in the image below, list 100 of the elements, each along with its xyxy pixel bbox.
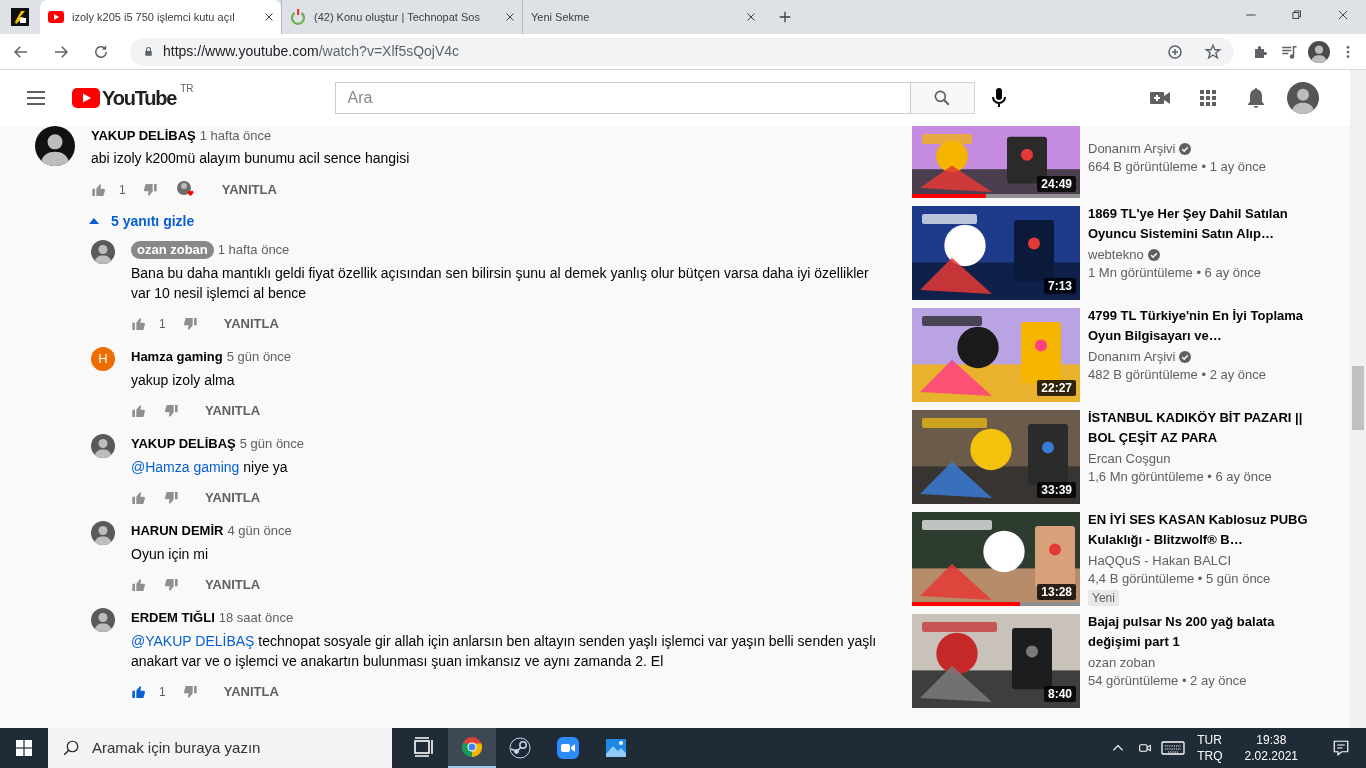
keyboard-icon[interactable] — [1161, 740, 1186, 756]
dislike-icon[interactable] — [163, 490, 179, 506]
caret-icon — [89, 218, 99, 224]
comment-time[interactable]: 5 gün önce — [226, 347, 292, 367]
mention-link[interactable]: @YAKUP DELİBAŞ — [131, 633, 255, 649]
duration-badge: 22:27 — [1037, 380, 1076, 396]
search-field[interactable]: Ara — [334, 82, 911, 114]
like-icon[interactable] — [131, 403, 147, 419]
comment-text: Bana bu daha mantıklı geldi fiyat özellik açısından sen bilirsin şunu al demek yanlış olur bütçen varsa daha iyi özellikler var 10 nesil işlemci al bence — [131, 264, 870, 303]
channel-name[interactable]: HaQQuS - Hakan BALCI — [1088, 551, 1232, 571]
like-icon[interactable] — [131, 684, 147, 700]
language-indicator[interactable]: TUR TRQ — [1197, 732, 1223, 764]
video-meta: 54 görüntüleme • 2 ay önce — [1088, 672, 1248, 690]
comment-author[interactable]: ERDEM TIĞLI — [131, 609, 215, 627]
reply-button[interactable]: YANITLA — [201, 401, 265, 421]
dislike-icon[interactable] — [181, 684, 198, 700]
notifications-icon[interactable] — [1332, 739, 1350, 757]
like-icon[interactable] — [91, 182, 107, 198]
comment-author[interactable]: Hamza gaming — [131, 348, 223, 366]
reply-button[interactable]: YANITLA — [201, 488, 265, 508]
avatar[interactable] — [35, 126, 75, 166]
video-title[interactable]: İSTANBUL KADIKÖY BİT PAZARI || BOL ÇEŞİT AZ PARA — [1088, 408, 1310, 448]
reply-button[interactable]: YANITLA — [219, 682, 283, 702]
photos-icon — [604, 736, 628, 760]
video-camera-icon — [556, 736, 580, 760]
taskbar-search-field[interactable]: Aramak için buraya yazın — [48, 728, 392, 768]
app-icon — [11, 8, 29, 26]
new-badge: Yeni — [1088, 590, 1119, 606]
comment-text: @YAKUP DELİBAŞ technopat sosyale gir allah için anlarsın ben altayın senden yaşlı işlemci var yaşın belli senden yaşlı anakart var ve o işlemci ve anakartın bulunması şuan imkansız ve aynı zamanda 2. El — [131, 632, 878, 671]
toggle-replies-button[interactable]: 5 yanıtı gizle — [89, 206, 912, 236]
chrome-icon — [460, 735, 484, 759]
clock[interactable]: 19:38 2.02.2021 — [1244, 732, 1298, 764]
channel-name[interactable]: Donanım Arşivi — [1088, 139, 1176, 159]
scrollbar[interactable] — [1350, 70, 1366, 728]
like-count: 1 — [119, 182, 126, 199]
profile-avatar[interactable] — [1287, 82, 1319, 114]
reply-button[interactable]: YANITLA — [201, 575, 265, 595]
like-count: 1 — [159, 316, 166, 333]
comment-text: @Hamza gaming niye ya — [131, 458, 289, 477]
tab-title: (42) Konu oluştur | Technopat Sos — [314, 9, 480, 25]
dislike-icon[interactable] — [181, 316, 198, 332]
comment-text: abi izoly k200mü alayım bunumu acil sence hangisi — [91, 149, 411, 168]
add-icon[interactable] — [1166, 42, 1184, 61]
address-bar[interactable]: https://www.youtube.com/watch?v=Xlf5sQojV4c — [130, 37, 1234, 66]
task-view-icon — [412, 736, 436, 760]
comment-author[interactable]: YAKUP DELİBAŞ — [131, 435, 236, 453]
reply-button[interactable]: YANITLA — [219, 314, 283, 334]
avatar[interactable] — [91, 240, 115, 264]
video-title[interactable]: EN İYİ SES KASAN Kablosuz PUBG Kulaklığı - Blitzwolf® B… — [1088, 510, 1310, 550]
comment-time[interactable]: 1 hafta önce — [217, 240, 290, 260]
star-icon[interactable] — [1204, 42, 1222, 61]
mention-link[interactable]: @Hamza gaming — [131, 459, 240, 475]
avatar[interactable] — [91, 434, 115, 458]
comment-time[interactable]: 5 gün önce — [239, 434, 305, 454]
lock-icon — [142, 45, 155, 58]
avatar[interactable] — [91, 521, 115, 545]
video-meta: 4,4 B görüntüleme • 5 gün önce — [1088, 570, 1272, 588]
duration-badge: 13:28 — [1037, 584, 1076, 600]
search-button[interactable] — [910, 82, 975, 114]
video-title[interactable]: 4799 TL Türkiye'nin En İyi Toplama Oyun Bilgisayarı ve… — [1088, 306, 1310, 346]
comment-time[interactable]: 4 gün önce — [227, 521, 292, 541]
duration-badge: 33:39 — [1037, 482, 1076, 498]
comment-text: yakup izoly alma — [131, 371, 236, 390]
play-icon — [48, 11, 64, 23]
video-title[interactable]: Bajaj pulsar Ns 200 yağ balata değişimi part 1 — [1088, 612, 1310, 652]
tab-title: izoly k205 i5 750 işlemci kutu açıl — [72, 9, 235, 25]
dislike-icon[interactable] — [163, 577, 179, 593]
url-text: https://www.youtube.com/watch?v=Xlf5sQojV4c — [163, 42, 461, 61]
like-count: 1 — [159, 684, 166, 701]
like-icon[interactable] — [131, 577, 147, 593]
reply-button[interactable]: YANITLA — [217, 180, 281, 200]
like-icon[interactable] — [131, 316, 147, 332]
dislike-icon[interactable] — [163, 403, 179, 419]
browser-tab[interactable]: izoly k205 i5 750 işlemci kutu açıl — [40, 0, 281, 34]
video-meta: 1 Mn görüntüleme • 6 ay önce — [1088, 264, 1262, 282]
comment-author[interactable]: YAKUP DELİBAŞ — [91, 127, 196, 145]
power-icon — [290, 9, 306, 25]
profile-avatar[interactable] — [1308, 40, 1330, 63]
channel-name[interactable]: Ercan Coşgun — [1088, 449, 1171, 469]
dislike-icon[interactable] — [141, 182, 158, 198]
windows-start-icon[interactable] — [16, 740, 32, 756]
video-meta: 664 B görüntüleme • 1 ay önce — [1088, 158, 1267, 176]
channel-name[interactable]: Donanım Arşivi — [1088, 347, 1176, 367]
close-icon[interactable] — [1336, 8, 1350, 22]
search-icon — [62, 739, 80, 757]
channel-owner-badge[interactable]: ozan zoban — [131, 241, 214, 259]
duration-badge: 24:49 — [1037, 176, 1076, 192]
video-title[interactable]: 1869 TL'ye Her Şey Dahil Satılan Oyuncu Sistemini Satın Alıp… — [1088, 204, 1310, 244]
comment-time[interactable]: 18 saat önce — [218, 608, 294, 628]
steam-icon — [508, 736, 532, 760]
duration-badge: 8:40 — [1043, 686, 1076, 702]
comment-time[interactable]: 1 hafta önce — [199, 126, 272, 146]
like-icon[interactable] — [131, 490, 147, 506]
comment-author[interactable]: HARUN DEMİR — [131, 522, 224, 540]
restore-icon[interactable] — [1290, 8, 1304, 22]
video-meta: 1,6 Mn görüntüleme • 6 ay önce — [1088, 468, 1273, 486]
video-meta: 482 B görüntüleme • 2 ay önce — [1088, 366, 1267, 384]
channel-name[interactable]: webtekno — [1088, 245, 1144, 265]
channel-name[interactable]: ozan zoban — [1088, 653, 1156, 673]
avatar[interactable] — [91, 608, 115, 632]
